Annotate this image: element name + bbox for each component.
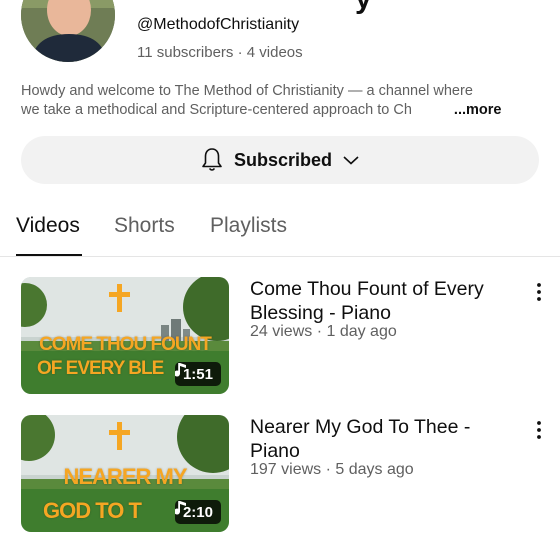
- duration-label: 2:10: [182, 503, 213, 521]
- music-note-icon: [174, 363, 186, 377]
- avatar-photo: [21, 0, 115, 62]
- description-line-2: we take a methodical and Scripture-cente…: [21, 102, 412, 118]
- more-link[interactable]: ...more: [454, 101, 502, 120]
- channel-tabs: Videos Shorts Playlists: [0, 204, 560, 256]
- channel-description[interactable]: Howdy and welcome to The Method of Chris…: [21, 82, 539, 120]
- subscribed-label: Subscribed: [233, 149, 333, 170]
- channel-avatar[interactable]: [21, 0, 115, 62]
- more-options-icon[interactable]: [532, 281, 546, 303]
- subscribed-button[interactable]: Subscribed: [21, 136, 539, 184]
- tab-shorts[interactable]: Shorts: [114, 214, 175, 238]
- video-title[interactable]: Nearer My God To Thee - Piano: [250, 415, 512, 463]
- video-list-item[interactable]: NEARER MY GOD TO T 2:10 Nearer My God To…: [0, 415, 560, 537]
- tabs-divider: [0, 256, 560, 257]
- channel-stats: 11 subscribers · 4 videos: [137, 44, 303, 61]
- video-meta: 24 views · 1 day ago: [250, 323, 397, 340]
- video-count: 4 videos: [246, 44, 303, 61]
- music-note-icon: [174, 501, 186, 515]
- bell-icon: [202, 148, 222, 171]
- video-list-item[interactable]: COME THOU FOUNT OF EVERY BLE 1:51 Come T…: [0, 277, 560, 399]
- duration-label: 1:51: [182, 365, 213, 383]
- stats-separator: ·: [237, 44, 243, 61]
- more-options-icon[interactable]: [532, 419, 546, 441]
- subscriber-count: 11 subscribers: [137, 44, 234, 61]
- thumbnail-title-line-1: NEARER MY: [63, 464, 187, 489]
- thumbnail-title-line-1: COME THOU FOUNT: [39, 334, 212, 355]
- chevron-down-icon: [343, 156, 359, 165]
- video-title[interactable]: Come Thou Fount of Every Blessing - Pian…: [250, 277, 512, 325]
- video-thumbnail[interactable]: COME THOU FOUNT OF EVERY BLE 1:51: [21, 277, 229, 394]
- channel-name: y: [355, 0, 372, 16]
- video-meta: 197 views · 5 days ago: [250, 461, 414, 478]
- channel-handle: @MethodofChristianity: [137, 16, 300, 33]
- video-thumbnail[interactable]: NEARER MY GOD TO T 2:10: [21, 415, 229, 532]
- duration-badge: 2:10: [174, 500, 221, 524]
- tab-playlists[interactable]: Playlists: [210, 214, 287, 238]
- description-line-1: Howdy and welcome to The Method of Chris…: [21, 83, 473, 99]
- duration-badge: 1:51: [174, 362, 221, 386]
- tab-videos[interactable]: Videos: [16, 214, 80, 238]
